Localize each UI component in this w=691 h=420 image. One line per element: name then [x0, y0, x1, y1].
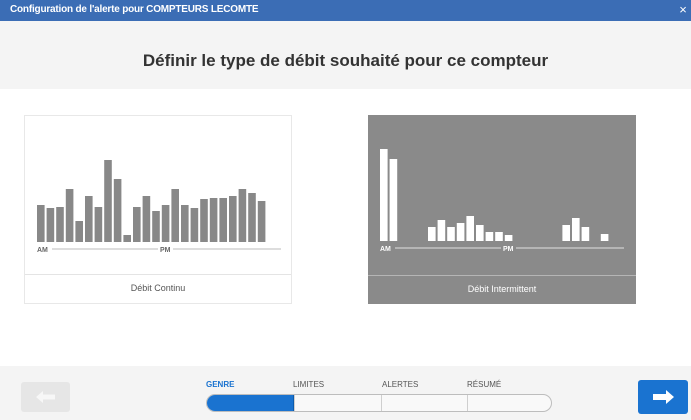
- chart-bar: [562, 225, 570, 241]
- next-button[interactable]: [638, 380, 688, 414]
- chart-bar: [581, 227, 590, 241]
- progress-separator: [467, 395, 468, 411]
- chart-bar: [123, 235, 131, 242]
- step-resume: RÉSUMÉ: [467, 380, 502, 389]
- chart-bar: [104, 160, 112, 242]
- chart-bar: [248, 193, 256, 242]
- option-label-continu: Débit Continu: [25, 274, 291, 303]
- progress-separator: [381, 395, 382, 411]
- chart-bar: [37, 205, 45, 242]
- wizard-footer: GENRE LIMITES ALERTES RÉSUMÉ: [0, 366, 691, 420]
- header: Définir le type de débit souhaité pour c…: [0, 21, 691, 89]
- chart-bar: [437, 220, 446, 241]
- chart-bar: [504, 235, 513, 241]
- step-alertes: ALERTES: [382, 380, 419, 389]
- chart-bar: [142, 196, 151, 242]
- chart-bar: [572, 218, 580, 241]
- step-genre: GENRE: [206, 380, 235, 389]
- chart-bar: [428, 227, 436, 241]
- axis-label-am: AM: [37, 247, 48, 254]
- chart-bar: [257, 201, 266, 242]
- title-bar: Configuration de l'alerte pour COMPTEURS…: [0, 0, 691, 21]
- bar-chart-intermittent: AM PM: [380, 149, 624, 253]
- axis-label-am: AM: [380, 246, 391, 253]
- arrow-right-icon: [653, 390, 674, 404]
- chart-bar: [113, 179, 122, 242]
- chart-bar: [200, 199, 208, 242]
- option-card-intermittent[interactable]: AM PM Débit Intermittent: [368, 115, 636, 304]
- close-icon[interactable]: ×: [677, 3, 689, 17]
- chart-bar: [56, 207, 64, 242]
- chart-bar: [485, 232, 494, 241]
- chart-bar: [85, 196, 93, 242]
- step-limites: LIMITES: [293, 380, 325, 389]
- chart-bar: [447, 227, 455, 241]
- previous-button: [21, 382, 70, 412]
- chart-bar: [75, 221, 83, 242]
- option-card-continu[interactable]: AM PM Débit Continu: [24, 115, 292, 304]
- chart-bar: [190, 208, 199, 242]
- option-label-intermittent: Débit Intermittent: [368, 275, 636, 304]
- axis-label-pm: PM: [160, 247, 171, 254]
- chart-bar: [46, 208, 55, 242]
- chart-bar: [600, 234, 609, 241]
- chart-bar: [229, 196, 237, 242]
- chart-bar: [456, 223, 465, 241]
- chart-bar: [219, 198, 227, 242]
- chart-bar: [152, 211, 160, 242]
- progress-bar: [206, 394, 552, 412]
- bar-chart-continu: AM PM: [37, 160, 281, 254]
- chart-bar: [476, 225, 484, 241]
- chart-bar: [171, 189, 179, 242]
- chart-bar: [209, 198, 218, 242]
- page-title: Définir le type de débit souhaité pour c…: [142, 51, 549, 70]
- chart-bar: [495, 232, 503, 241]
- chart-bar: [238, 189, 247, 242]
- chart-bar: [94, 207, 103, 242]
- chart-bar: [389, 159, 398, 241]
- chart-bar: [133, 207, 141, 242]
- axis-label-pm: PM: [503, 246, 514, 253]
- chart-bar: [466, 216, 474, 241]
- chart-bar: [65, 189, 74, 242]
- chart-bar: [181, 205, 189, 242]
- window-title: Configuration de l'alerte pour COMPTEURS…: [10, 4, 259, 15]
- progress-separator: [294, 395, 295, 411]
- chart-bar: [161, 205, 170, 242]
- progress-fill: [207, 395, 294, 411]
- arrow-left-icon: [36, 391, 55, 403]
- chart-bar: [380, 149, 388, 241]
